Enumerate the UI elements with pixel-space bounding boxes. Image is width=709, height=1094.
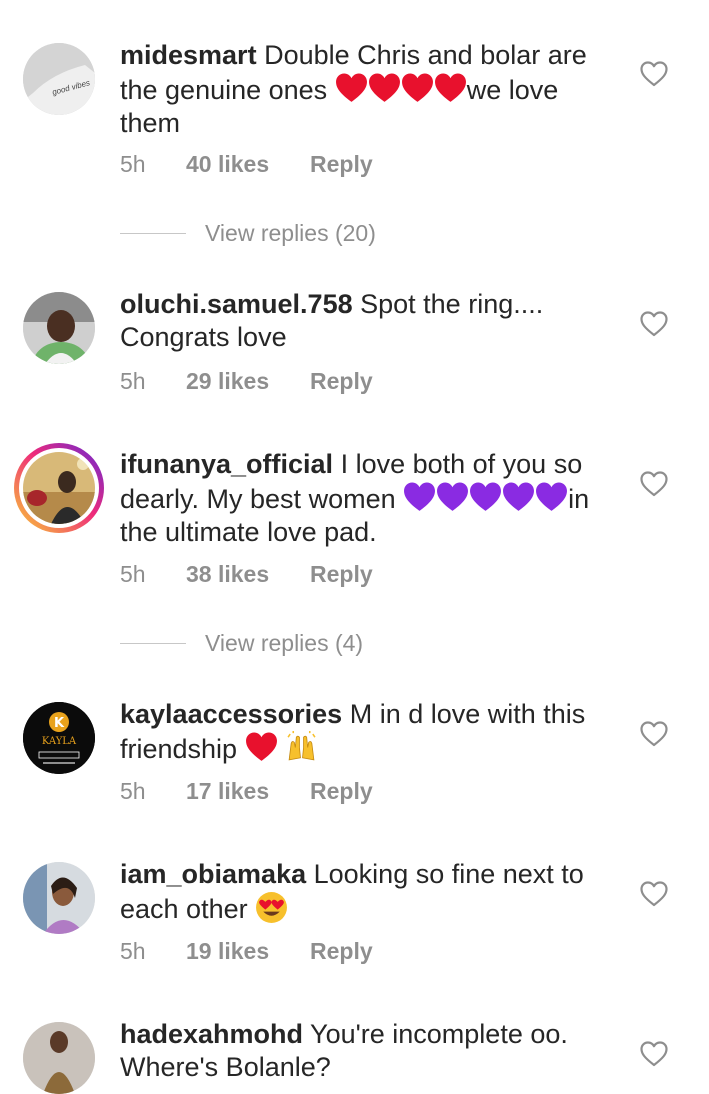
- view-replies-button[interactable]: View replies (20): [120, 218, 420, 248]
- comment-text: ifunanya_official I love both of you so …: [120, 448, 625, 549]
- purple-heart-emoji: [469, 481, 502, 514]
- red-heart-emoji: [335, 72, 368, 105]
- avatar[interactable]: good vibes: [23, 43, 95, 115]
- reply-button[interactable]: Reply: [310, 366, 373, 396]
- heart-outline-icon[interactable]: [640, 471, 668, 497]
- avatar[interactable]: K KAYLA: [23, 702, 95, 774]
- heart-outline-icon[interactable]: [640, 721, 668, 747]
- comment-time: 5h: [120, 938, 146, 964]
- comment-username[interactable]: hadexahmohd: [120, 1019, 303, 1049]
- heart-outline-icon[interactable]: [640, 1041, 668, 1067]
- avatar-image: [23, 1022, 95, 1094]
- story-avatar[interactable]: [14, 443, 104, 533]
- avatar[interactable]: [23, 862, 95, 934]
- raising-hands-emoji: [287, 731, 316, 761]
- avatar-image: good vibes: [23, 43, 95, 115]
- avatar-image: [23, 292, 95, 364]
- comment-body-continued: Congrats love: [120, 322, 287, 352]
- comment-likes[interactable]: 38 likes: [186, 559, 269, 589]
- purple-heart-emoji: [436, 481, 469, 514]
- reply-button[interactable]: Reply: [310, 559, 373, 589]
- reply-button[interactable]: Reply: [310, 936, 373, 966]
- avatar-image: K KAYLA: [23, 702, 95, 774]
- reply-button[interactable]: Reply: [310, 149, 373, 179]
- view-replies-line: [120, 233, 186, 234]
- heart-outline-icon[interactable]: [640, 311, 668, 337]
- avatar-image: [23, 862, 95, 934]
- avatar[interactable]: [23, 292, 95, 364]
- comment-text: oluchi.samuel.758 Spot the ring.... Cong…: [120, 288, 625, 354]
- reply-button[interactable]: Reply: [310, 776, 373, 806]
- comment-time: 5h: [120, 151, 146, 177]
- comment-likes[interactable]: 40 likes: [186, 149, 269, 179]
- view-replies-line: [120, 643, 186, 644]
- red-heart-emoji: [245, 731, 278, 764]
- comment-text: iam_obiamaka Looking so fine next to eac…: [120, 858, 625, 926]
- comment-body: You're incomplete oo.: [310, 1019, 568, 1049]
- view-replies-label[interactable]: View replies (20): [205, 218, 376, 248]
- view-replies-label[interactable]: View replies (4): [205, 628, 363, 658]
- purple-heart-emoji: [502, 481, 535, 514]
- heart-outline-icon[interactable]: [640, 61, 668, 87]
- comment-text: midesmart Double Chris and bolar are the…: [120, 39, 625, 140]
- red-heart-emoji: [434, 72, 467, 105]
- purple-heart-emoji: [535, 481, 568, 514]
- comment-username[interactable]: iam_obiamaka: [120, 859, 306, 889]
- comment-username[interactable]: oluchi.samuel.758: [120, 289, 353, 319]
- comment-time: 5h: [120, 368, 146, 394]
- avatar-image: [23, 452, 95, 524]
- purple-heart-emoji: [403, 481, 436, 514]
- comment-time: 5h: [120, 561, 146, 587]
- heart-eyes-emoji: [256, 892, 288, 923]
- comment-time: 5h: [120, 778, 146, 804]
- comment-likes[interactable]: 19 likes: [186, 936, 269, 966]
- avatar-logo-text: KAYLA: [42, 736, 77, 747]
- red-heart-emoji: [368, 72, 401, 105]
- view-replies-button[interactable]: View replies (4): [120, 628, 420, 658]
- comment-username[interactable]: kaylaaccessories: [120, 699, 342, 729]
- comment-likes[interactable]: 17 likes: [186, 776, 269, 806]
- svg-text:K: K: [54, 716, 65, 731]
- comment-likes[interactable]: 29 likes: [186, 366, 269, 396]
- heart-outline-icon[interactable]: [640, 881, 668, 907]
- avatar[interactable]: [23, 1022, 95, 1094]
- comment-body: Spot the ring....: [360, 289, 544, 319]
- red-heart-emoji: [401, 72, 434, 105]
- comment-text: kaylaaccessories M in d love with this f…: [120, 698, 625, 766]
- comment-username[interactable]: midesmart: [120, 40, 257, 70]
- comment-username[interactable]: ifunanya_official: [120, 449, 333, 479]
- comment-text: hadexahmohd You're incomplete oo. Where'…: [120, 1018, 625, 1084]
